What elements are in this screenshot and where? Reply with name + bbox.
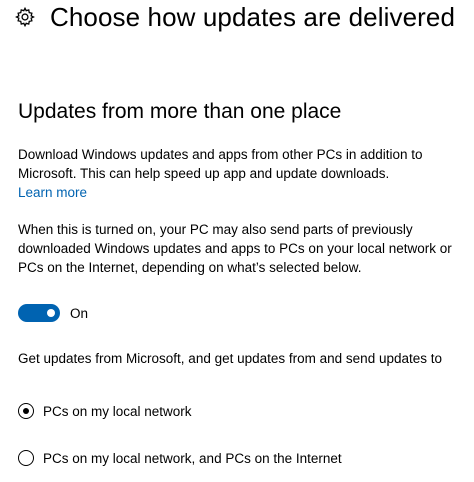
radio-button-selected[interactable] (18, 403, 34, 419)
radio-button-unselected[interactable] (18, 450, 34, 466)
page-header: Choose how updates are delivered (14, 0, 455, 34)
radio-label: PCs on my local network, and PCs on the … (43, 450, 342, 466)
radio-label: PCs on my local network (43, 403, 192, 419)
page-title: Choose how updates are delivered (50, 1, 456, 32)
section-title: Updates from more than one place (18, 100, 342, 123)
delivery-optimization-toggle[interactable] (18, 304, 60, 322)
toggle-state-label: On (70, 305, 89, 321)
learn-more-link[interactable]: Learn more (18, 185, 87, 200)
toggle-knob (47, 309, 55, 317)
radio-option-local-and-internet[interactable]: PCs on my local network, and PCs on the … (18, 450, 342, 466)
delivery-optimization-toggle-row: On (18, 304, 88, 322)
description-paragraph: Download Windows updates and apps from o… (18, 145, 458, 202)
description-text: Download Windows updates and apps from o… (18, 147, 423, 181)
radio-option-local-network[interactable]: PCs on my local network (18, 403, 192, 419)
get-updates-paragraph: Get updates from Microsoft, and get upda… (18, 351, 442, 366)
gear-icon (14, 6, 36, 28)
info-paragraph: When this is turned on, your PC may also… (18, 222, 452, 275)
radio-dot (22, 407, 29, 414)
